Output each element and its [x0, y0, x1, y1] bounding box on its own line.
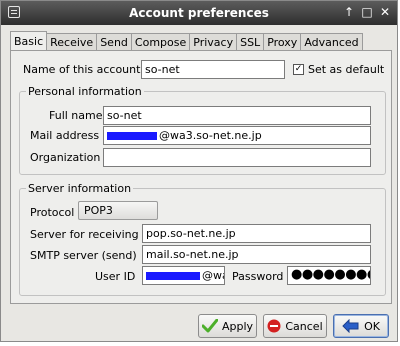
apply-label: Apply	[221, 319, 254, 333]
set-default-checkbox[interactable]: ✓	[293, 64, 304, 75]
redacted-mark	[146, 272, 200, 280]
personal-info-title: Personal information	[26, 85, 144, 98]
smtp-server-input[interactable]: mail.so-net.ne.jp	[142, 245, 371, 264]
mail-address-input[interactable]: @wa3.so-net.ne.jp	[103, 126, 371, 145]
tab-receive[interactable]: Receive	[46, 33, 98, 50]
tab-proxy[interactable]: Proxy	[263, 33, 302, 50]
tab-basic[interactable]: Basic	[10, 31, 48, 50]
ok-label: OK	[364, 319, 380, 333]
window-title: Account preferences	[129, 6, 269, 20]
mail-address-label: Mail address	[30, 129, 100, 142]
password-input[interactable]: ●●●●●●●●	[287, 266, 371, 285]
set-default-label: Set as default	[308, 63, 385, 76]
ok-button[interactable]: OK	[333, 314, 389, 338]
checkmark-icon	[201, 319, 218, 333]
server-info-title: Server information	[26, 182, 134, 195]
cancel-label: Cancel	[285, 319, 323, 333]
account-name-label: Name of this account	[23, 63, 141, 76]
user-id-value: @wa	[202, 269, 224, 282]
user-id-input[interactable]: @wa	[142, 266, 225, 285]
cancel-icon	[267, 319, 281, 333]
shade-button[interactable]: ↑	[343, 5, 355, 19]
organization-input[interactable]	[103, 148, 371, 167]
title-bar[interactable]: Account preferences ↑ □ ✕	[1, 1, 397, 25]
basic-panel: Name of this account so-net ✓ Set as def…	[10, 50, 392, 304]
tab-compose[interactable]: Compose	[130, 33, 191, 50]
cancel-button[interactable]: Cancel	[263, 314, 327, 338]
ok-arrow-icon	[342, 319, 359, 333]
receiving-server-label: Server for receiving	[30, 228, 139, 241]
account-preferences-window: Account preferences ↑ □ ✕ Basic Receive …	[0, 0, 398, 342]
redacted-mark	[107, 132, 157, 140]
full-name-label: Full name	[49, 109, 103, 122]
user-id-label: User ID	[95, 270, 136, 283]
receiving-server-input[interactable]: pop.so-net.ne.jp	[142, 224, 371, 243]
apply-button[interactable]: Apply	[198, 314, 257, 338]
protocol-label: Protocol	[30, 206, 75, 219]
tab-bar: Basic Receive Send Compose Privacy SSL P…	[10, 31, 363, 51]
tab-privacy[interactable]: Privacy	[189, 33, 238, 50]
password-label: Password	[232, 270, 284, 283]
smtp-server-label: SMTP server (send)	[30, 249, 137, 262]
tab-ssl[interactable]: SSL	[236, 33, 265, 50]
protocol-dropdown[interactable]: POP3	[78, 201, 158, 220]
organization-label: Organization	[30, 151, 101, 164]
mail-address-value: @wa3.so-net.ne.jp	[159, 129, 262, 142]
maximize-button[interactable]: □	[361, 5, 373, 19]
account-name-input[interactable]: so-net	[141, 60, 285, 79]
full-name-input[interactable]: so-net	[103, 106, 371, 125]
tab-send[interactable]: Send	[96, 33, 132, 50]
tab-advanced[interactable]: Advanced	[300, 33, 363, 50]
close-button[interactable]: ✕	[379, 5, 391, 19]
